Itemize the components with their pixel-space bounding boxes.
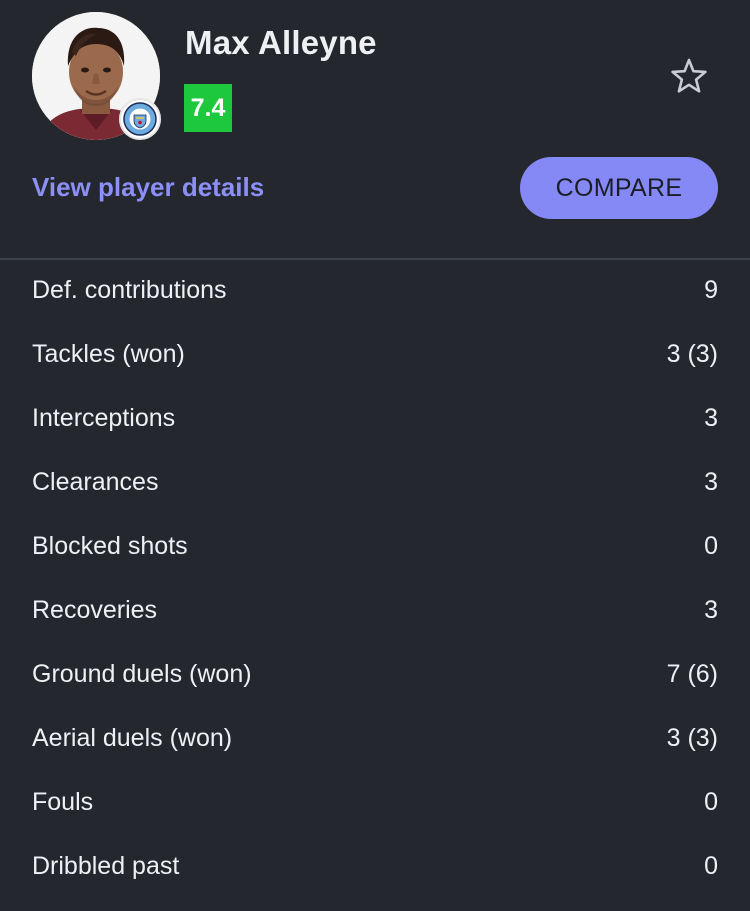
stat-label: Recoveries (32, 596, 158, 624)
player-header: Max Alleyne 7.4 View player details COMP… (0, 0, 750, 258)
stat-label: Ground duels (won) (32, 660, 252, 688)
stat-label: Interceptions (32, 404, 176, 432)
stat-row: Fouls 0 (0, 772, 750, 836)
stat-value: 0 (704, 788, 718, 816)
stat-row: Recoveries 3 (0, 580, 750, 644)
stat-label: Tackles (won) (32, 340, 185, 368)
stat-value: 0 (704, 852, 718, 880)
player-name: Max Alleyne (185, 24, 377, 61)
stat-row: Dribbled past 0 (0, 836, 750, 900)
stat-label: Fouls (32, 788, 94, 816)
stat-row: Ground duels (won) 7 (6) (0, 644, 750, 708)
stat-value: 3 (3) (666, 724, 718, 752)
star-outline-icon[interactable] (668, 56, 710, 98)
manchester-city-badge-icon (119, 98, 161, 140)
compare-button[interactable]: COMPARE (520, 157, 718, 219)
stat-value: 3 (704, 404, 718, 432)
stat-row: Blocked shots 0 (0, 516, 750, 580)
player-rating-badge: 7.4 (184, 84, 232, 132)
stat-value: 3 (704, 596, 718, 624)
stat-value: 0 (704, 532, 718, 560)
stat-row: Tackles (won) 3 (3) (0, 324, 750, 388)
stat-row: Def. contributions 9 (0, 260, 750, 324)
stat-label: Aerial duels (won) (32, 724, 233, 752)
stat-value: 3 (3) (666, 340, 718, 368)
stat-label: Blocked shots (32, 532, 188, 560)
stat-label: Dribbled past (32, 852, 180, 880)
stat-value: 3 (704, 468, 718, 496)
player-stats-card: Max Alleyne 7.4 View player details COMP… (0, 0, 750, 911)
stat-row: Interceptions 3 (0, 388, 750, 452)
view-player-details-link[interactable]: View player details (32, 172, 264, 203)
stat-label: Clearances (32, 468, 159, 496)
stat-value: 7 (6) (666, 660, 718, 688)
stat-value: 9 (704, 276, 718, 304)
stat-row: Aerial duels (won) 3 (3) (0, 708, 750, 772)
stat-row: Clearances 3 (0, 452, 750, 516)
stats-list: Def. contributions 9 Tackles (won) 3 (3)… (0, 260, 750, 900)
stat-label: Def. contributions (32, 276, 227, 304)
